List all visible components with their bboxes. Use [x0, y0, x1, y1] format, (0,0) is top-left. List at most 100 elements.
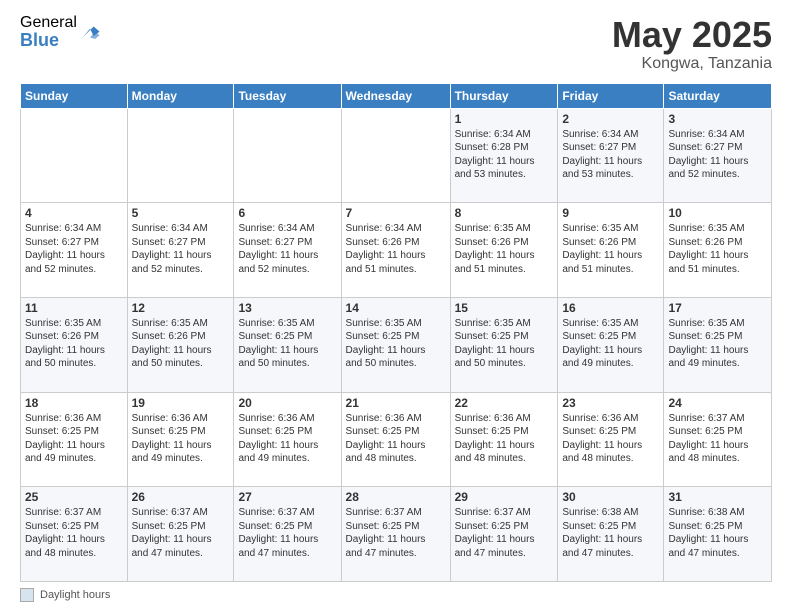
day-info: Sunrise: 6:37 AM Sunset: 6:25 PM Dayligh… [346, 506, 446, 560]
day-number: 31 [668, 490, 767, 504]
day-number: 23 [562, 396, 659, 410]
day-info: Sunrise: 6:37 AM Sunset: 6:25 PM Dayligh… [238, 506, 336, 560]
day-cell: 30Sunrise: 6:38 AM Sunset: 6:25 PM Dayli… [558, 487, 664, 582]
day-info: Sunrise: 6:34 AM Sunset: 6:27 PM Dayligh… [668, 128, 767, 182]
day-cell: 2 Sunrise: 6:34 AM Sunset: 6:27 PM Daylig… [558, 108, 664, 203]
weekday-header-friday: Friday [558, 83, 664, 108]
day-number: 25 [25, 490, 123, 504]
day-number: 13 [238, 301, 336, 315]
day-info: Sunrise: 6:34 AM Sunset: 6:27 PM Dayligh… [562, 128, 659, 182]
day-info: Sunrise: 6:34 AM Sunset: 6:27 PM Dayligh… [132, 222, 230, 276]
day-cell: 20Sunrise: 6:36 AM Sunset: 6:25 PM Dayli… [234, 392, 341, 487]
day-info: Sunrise: 6:35 AM Sunset: 6:25 PM Dayligh… [455, 317, 554, 371]
day-cell: 25 Sunrise: 6:37 AM Sunset: 6:25 PM Dayli… [21, 487, 128, 582]
day-info: Sunrise: 6:37 AM Sunset: 6:25 PM Dayligh… [25, 506, 123, 560]
day-info: Sunrise: 6:35 AM Sunset: 6:26 PM Dayligh… [132, 317, 230, 371]
day-cell: 13Sunrise: 6:35 AM Sunset: 6:25 PM Dayli… [234, 297, 341, 392]
day-number: 22 [455, 396, 554, 410]
day-number: 6 [238, 206, 336, 220]
day-info: Sunrise: 6:37 AM Sunset: 6:25 PM Dayligh… [455, 506, 554, 560]
day-cell [21, 108, 128, 203]
day-info: Sunrise: 6:35 AM Sunset: 6:25 PM Dayligh… [562, 317, 659, 371]
day-cell: 26Sunrise: 6:37 AM Sunset: 6:25 PM Dayli… [127, 487, 234, 582]
page: General Blue May 2025 Kongwa, Tanzania S… [0, 0, 792, 612]
day-number: 1 [455, 112, 554, 126]
day-cell: 10 Sunrise: 6:35 AM Sunset: 6:26 PM Dayli… [664, 203, 772, 298]
day-number: 11 [25, 301, 123, 315]
day-number: 10 [668, 206, 767, 220]
day-cell: 27 Sunrise: 6:37 AM Sunset: 6:25 PM Dayli… [234, 487, 341, 582]
weekday-header-row: SundayMondayTuesdayWednesdayThursdayFrid… [21, 83, 772, 108]
day-info: Sunrise: 6:36 AM Sunset: 6:25 PM Dayligh… [25, 412, 123, 466]
day-info: Sunrise: 6:35 AM Sunset: 6:25 PM Dayligh… [346, 317, 446, 371]
day-number: 2 [562, 112, 659, 126]
day-cell: 22 Sunrise: 6:36 AM Sunset: 6:25 PM Dayli… [450, 392, 558, 487]
day-cell: 23Sunrise: 6:36 AM Sunset: 6:25 PM Dayli… [558, 392, 664, 487]
day-info: Sunrise: 6:36 AM Sunset: 6:25 PM Dayligh… [346, 412, 446, 466]
week-row-2: 4 Sunrise: 6:34 AM Sunset: 6:27 PM Daylig… [21, 203, 772, 298]
day-cell: 14 Sunrise: 6:35 AM Sunset: 6:25 PM Dayli… [341, 297, 450, 392]
calendar: SundayMondayTuesdayWednesdayThursdayFrid… [20, 83, 772, 582]
day-cell: 17 Sunrise: 6:35 AM Sunset: 6:25 PM Dayli… [664, 297, 772, 392]
day-cell: 1 Sunrise: 6:34 AM Sunset: 6:28 PM Daylig… [450, 108, 558, 203]
day-info: Sunrise: 6:35 AM Sunset: 6:26 PM Dayligh… [562, 222, 659, 276]
day-cell: 31 Sunrise: 6:38 AM Sunset: 6:25 PM Dayli… [664, 487, 772, 582]
day-info: Sunrise: 6:37 AM Sunset: 6:25 PM Dayligh… [668, 412, 767, 466]
day-info: Sunrise: 6:36 AM Sunset: 6:25 PM Dayligh… [455, 412, 554, 466]
header: General Blue May 2025 Kongwa, Tanzania [20, 15, 772, 73]
day-cell [127, 108, 234, 203]
weekday-header-thursday: Thursday [450, 83, 558, 108]
day-number: 24 [668, 396, 767, 410]
day-cell [341, 108, 450, 203]
day-number: 28 [346, 490, 446, 504]
day-number: 9 [562, 206, 659, 220]
day-number: 7 [346, 206, 446, 220]
day-number: 4 [25, 206, 123, 220]
day-info: Sunrise: 6:35 AM Sunset: 6:26 PM Dayligh… [25, 317, 123, 371]
day-number: 17 [668, 301, 767, 315]
day-cell: 11 Sunrise: 6:35 AM Sunset: 6:26 PM Dayli… [21, 297, 128, 392]
day-cell: 5 Sunrise: 6:34 AM Sunset: 6:27 PM Daylig… [127, 203, 234, 298]
weekday-header-tuesday: Tuesday [234, 83, 341, 108]
calendar-body: 1 Sunrise: 6:34 AM Sunset: 6:28 PM Daylig… [21, 108, 772, 581]
logo-text: General Blue [20, 15, 77, 49]
day-number: 18 [25, 396, 123, 410]
day-info: Sunrise: 6:38 AM Sunset: 6:25 PM Dayligh… [668, 506, 767, 560]
logo: General Blue [20, 15, 101, 49]
week-row-5: 25 Sunrise: 6:37 AM Sunset: 6:25 PM Dayli… [21, 487, 772, 582]
weekday-header-sunday: Sunday [21, 83, 128, 108]
month-title: May 2025 [612, 15, 772, 55]
day-cell: 15 Sunrise: 6:35 AM Sunset: 6:25 PM Dayli… [450, 297, 558, 392]
day-info: Sunrise: 6:38 AM Sunset: 6:25 PM Dayligh… [562, 506, 659, 560]
location-title: Kongwa, Tanzania [612, 55, 772, 73]
day-info: Sunrise: 6:35 AM Sunset: 6:25 PM Dayligh… [668, 317, 767, 371]
day-number: 20 [238, 396, 336, 410]
day-cell: 6 Sunrise: 6:34 AM Sunset: 6:27 PM Daylig… [234, 203, 341, 298]
day-number: 19 [132, 396, 230, 410]
day-cell: 28 Sunrise: 6:37 AM Sunset: 6:25 PM Dayli… [341, 487, 450, 582]
day-cell: 12Sunrise: 6:35 AM Sunset: 6:26 PM Dayli… [127, 297, 234, 392]
day-info: Sunrise: 6:37 AM Sunset: 6:25 PM Dayligh… [132, 506, 230, 560]
day-number: 15 [455, 301, 554, 315]
day-cell: 18 Sunrise: 6:36 AM Sunset: 6:25 PM Dayli… [21, 392, 128, 487]
weekday-header-monday: Monday [127, 83, 234, 108]
week-row-4: 18 Sunrise: 6:36 AM Sunset: 6:25 PM Dayli… [21, 392, 772, 487]
day-info: Sunrise: 6:36 AM Sunset: 6:25 PM Dayligh… [132, 412, 230, 466]
title-block: May 2025 Kongwa, Tanzania [612, 15, 772, 73]
day-info: Sunrise: 6:34 AM Sunset: 6:27 PM Dayligh… [238, 222, 336, 276]
day-number: 27 [238, 490, 336, 504]
day-info: Sunrise: 6:34 AM Sunset: 6:27 PM Dayligh… [25, 222, 123, 276]
legend-label: Daylight hours [40, 589, 110, 601]
day-number: 5 [132, 206, 230, 220]
day-info: Sunrise: 6:34 AM Sunset: 6:26 PM Dayligh… [346, 222, 446, 276]
legend-box [20, 588, 34, 602]
day-number: 21 [346, 396, 446, 410]
week-row-3: 11 Sunrise: 6:35 AM Sunset: 6:26 PM Dayli… [21, 297, 772, 392]
day-number: 16 [562, 301, 659, 315]
day-number: 14 [346, 301, 446, 315]
day-info: Sunrise: 6:35 AM Sunset: 6:26 PM Dayligh… [668, 222, 767, 276]
day-info: Sunrise: 6:34 AM Sunset: 6:28 PM Dayligh… [455, 128, 554, 182]
weekday-header-saturday: Saturday [664, 83, 772, 108]
day-cell: 7 Sunrise: 6:34 AM Sunset: 6:26 PM Daylig… [341, 203, 450, 298]
day-cell [234, 108, 341, 203]
